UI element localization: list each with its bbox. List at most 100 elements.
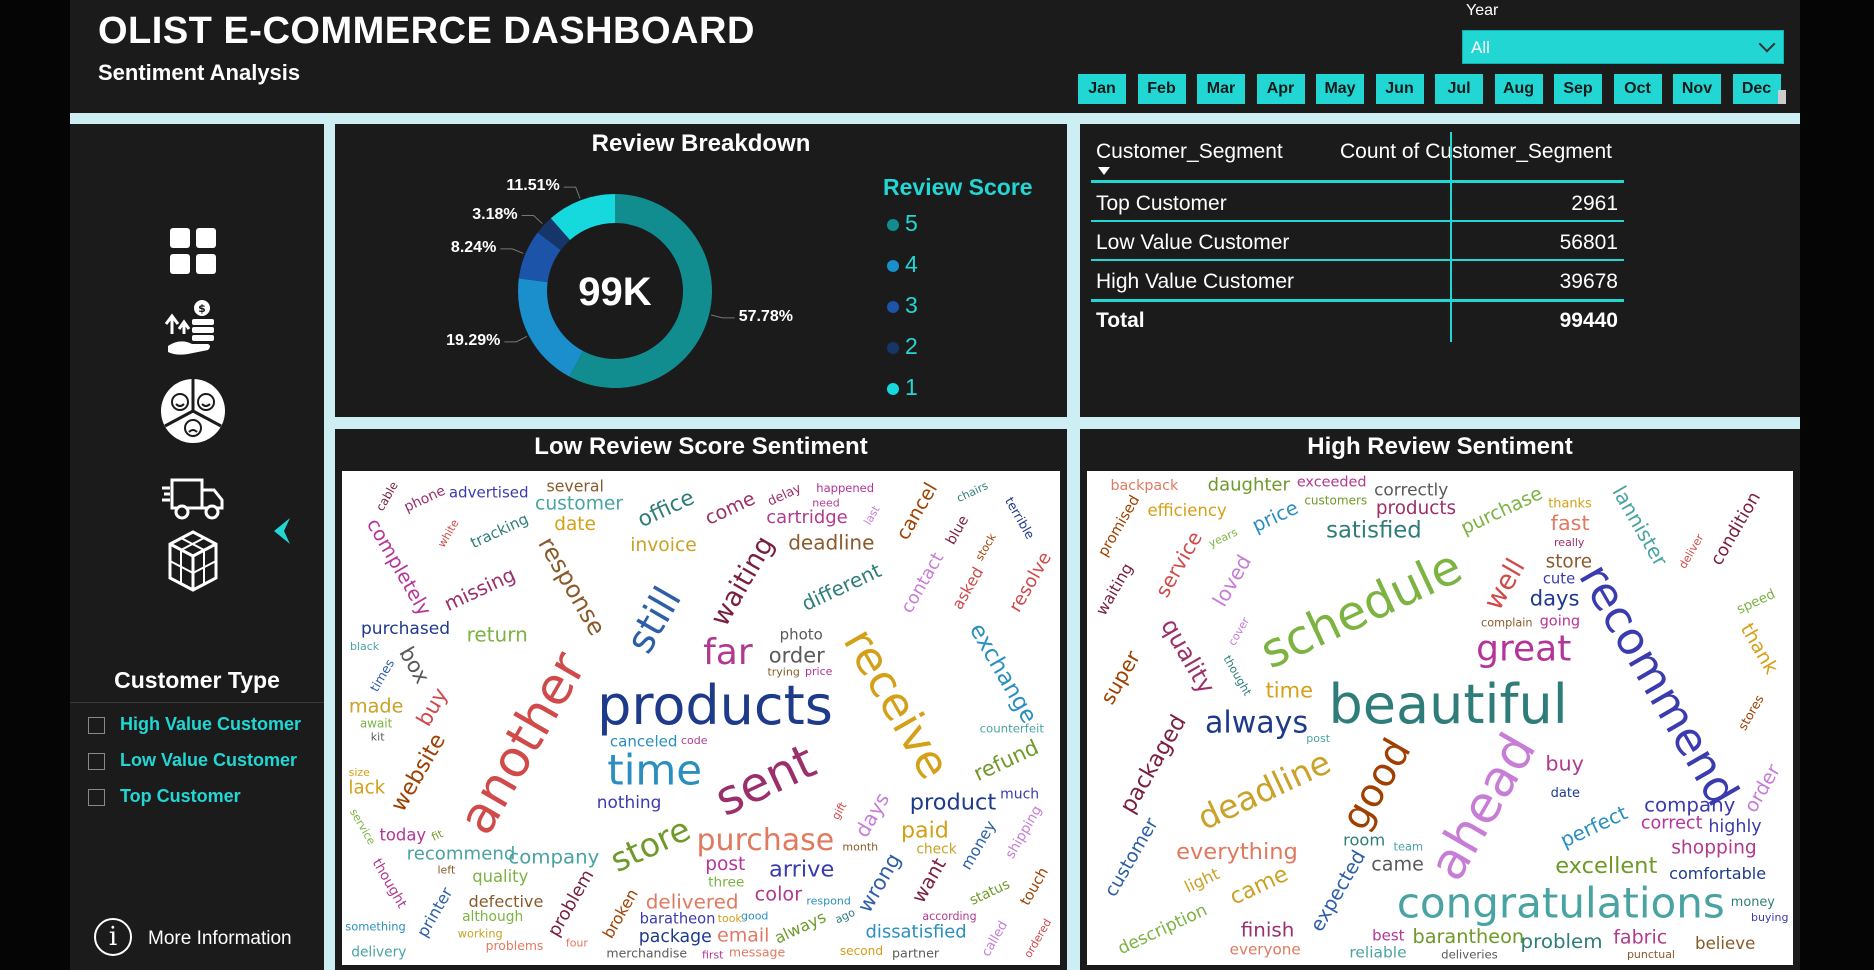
products-cubes-icon[interactable]	[158, 526, 228, 596]
high-review-wordcloud[interactable]: beautiful ahead schedule recommend congratul…	[1087, 471, 1793, 965]
wordcloud-word: black	[350, 640, 380, 653]
revenue-icon[interactable]: $	[158, 294, 228, 364]
wordcloud-word: different	[798, 558, 885, 616]
month-button-aug[interactable]: Aug	[1494, 74, 1543, 104]
wordcloud-word: receive	[833, 619, 961, 788]
wordcloud-word: service	[347, 807, 378, 848]
wordcloud-word: store	[604, 809, 696, 880]
wordcloud-word: ordered	[1022, 917, 1055, 961]
table-header-segment[interactable]: Customer_Segment	[1096, 140, 1283, 164]
wordcloud-word: today	[379, 826, 426, 845]
left-window-margin	[0, 0, 70, 970]
year-filter-label: Year	[1466, 2, 1499, 19]
wordcloud-word: thought	[1221, 653, 1255, 698]
wordcloud-word: buy	[1545, 751, 1584, 775]
wordcloud-word: products	[1376, 498, 1456, 519]
wordcloud-word: going	[1540, 614, 1581, 630]
delivery-truck-icon[interactable]	[158, 462, 228, 532]
wordcloud-word: perfect	[1556, 800, 1631, 852]
month-button-jul[interactable]: Jul	[1435, 74, 1483, 104]
wordcloud-word: much	[1000, 787, 1039, 803]
sort-desc-icon[interactable]	[1098, 167, 1110, 175]
wordcloud-word: advertised	[449, 483, 529, 501]
table-divider	[1091, 180, 1624, 183]
wordcloud-word: gift	[829, 799, 850, 822]
wordcloud-word: called	[979, 919, 1011, 960]
wordcloud-word: light	[1182, 864, 1223, 897]
slicer-scrollbar[interactable]	[1778, 90, 1786, 104]
wordcloud-word: service	[1150, 527, 1207, 601]
right-window-margin	[1800, 0, 1874, 970]
legend-title: Review Score	[883, 174, 1033, 200]
wordcloud-word: highly	[1708, 817, 1761, 837]
wordcloud-word: promised	[1095, 492, 1144, 559]
wordcloud-word: buying	[1751, 911, 1788, 924]
month-button-dec[interactable]: Dec	[1732, 74, 1781, 104]
wordcloud-word: exceeded	[1297, 474, 1367, 490]
checkbox[interactable]	[88, 753, 105, 770]
wordcloud-word: return	[467, 622, 528, 646]
more-information-link[interactable]: More Information	[148, 928, 292, 950]
grid-icon[interactable]	[158, 216, 228, 286]
table-column-divider	[1450, 132, 1452, 342]
wordcloud-word: money	[1731, 895, 1775, 910]
wordcloud-word: wrong	[853, 849, 906, 917]
month-button-jun[interactable]: Jun	[1375, 74, 1424, 104]
donut-leader-lines	[500, 186, 735, 343]
low-review-wordcloud[interactable]: products another sent receive time still far st…	[342, 471, 1060, 965]
wordcloud-word: beautiful	[1329, 673, 1568, 736]
wordcloud-word: asked	[948, 563, 987, 612]
wordcloud-word: always	[771, 907, 828, 947]
wordcloud-word: canceled	[610, 732, 678, 750]
wordcloud-word: cancel	[891, 479, 942, 544]
checkbox[interactable]	[88, 789, 105, 806]
wordcloud-word: schedule	[1252, 538, 1471, 680]
month-button-sep[interactable]: Sep	[1554, 74, 1602, 104]
high-review-wordcloud-panel: High Review Sentiment beautiful ahead sche…	[1080, 429, 1800, 970]
year-dropdown[interactable]: All	[1462, 30, 1784, 64]
wordcloud-word: left	[437, 864, 456, 877]
wordcloud-word: cartridge	[766, 507, 848, 528]
wordcloud-word: purchase	[697, 823, 835, 858]
wordcloud-word: always	[1205, 705, 1308, 740]
month-button-may[interactable]: May	[1316, 74, 1364, 104]
page-title: OLIST E-COMMERCE DASHBOARD	[98, 10, 755, 52]
wordcloud-word: working	[458, 926, 503, 940]
wordcloud-word: price	[805, 665, 833, 678]
month-button-apr[interactable]: Apr	[1256, 74, 1305, 104]
wordcloud-word: times	[367, 656, 398, 694]
table-header-count[interactable]: Count of Customer_Segment	[1340, 140, 1612, 164]
wordcloud-word: quality	[1155, 614, 1220, 699]
info-icon[interactable]: i	[94, 918, 132, 956]
wordcloud-word: partner	[892, 946, 940, 961]
month-button-feb[interactable]: Feb	[1137, 74, 1186, 104]
wordcloud-word: terrible	[1002, 494, 1038, 541]
sidebar: $ Customer Type High Value Customer Low …	[70, 124, 324, 970]
wordcloud-word: chairs	[955, 479, 991, 505]
wordcloud-word: post	[705, 854, 745, 875]
wordcloud-word: thought	[369, 856, 410, 912]
checkbox[interactable]	[88, 717, 105, 734]
svg-text:$: $	[198, 302, 206, 315]
wordcloud-word: great	[1476, 629, 1571, 670]
wordcloud-word: ago	[833, 906, 857, 927]
wordcloud-word: cute	[1543, 571, 1575, 588]
wordcloud-word: according	[922, 910, 976, 923]
month-button-oct[interactable]: Oct	[1613, 74, 1662, 104]
wordcloud-word: although	[462, 909, 523, 925]
sentiment-icon[interactable]	[158, 376, 228, 446]
wordcloud-word: response	[532, 532, 611, 640]
wordcloud-word: speed	[1735, 587, 1778, 618]
leader-line	[710, 314, 735, 319]
wordcloud-word: tracking	[468, 510, 531, 552]
table-total-label: Total	[1096, 309, 1145, 332]
wordcloud-word: problem	[543, 866, 598, 940]
wordcloud-word: days	[850, 788, 894, 841]
month-button-nov[interactable]: Nov	[1673, 74, 1721, 104]
wordcloud-word: want	[907, 854, 951, 907]
wordcloud-word: date	[554, 514, 596, 535]
wordcloud-word: delay	[766, 481, 805, 510]
wordcloud-word: still	[618, 579, 691, 660]
month-button-jan[interactable]: Jan	[1078, 74, 1126, 104]
month-button-mar[interactable]: Mar	[1197, 74, 1245, 104]
